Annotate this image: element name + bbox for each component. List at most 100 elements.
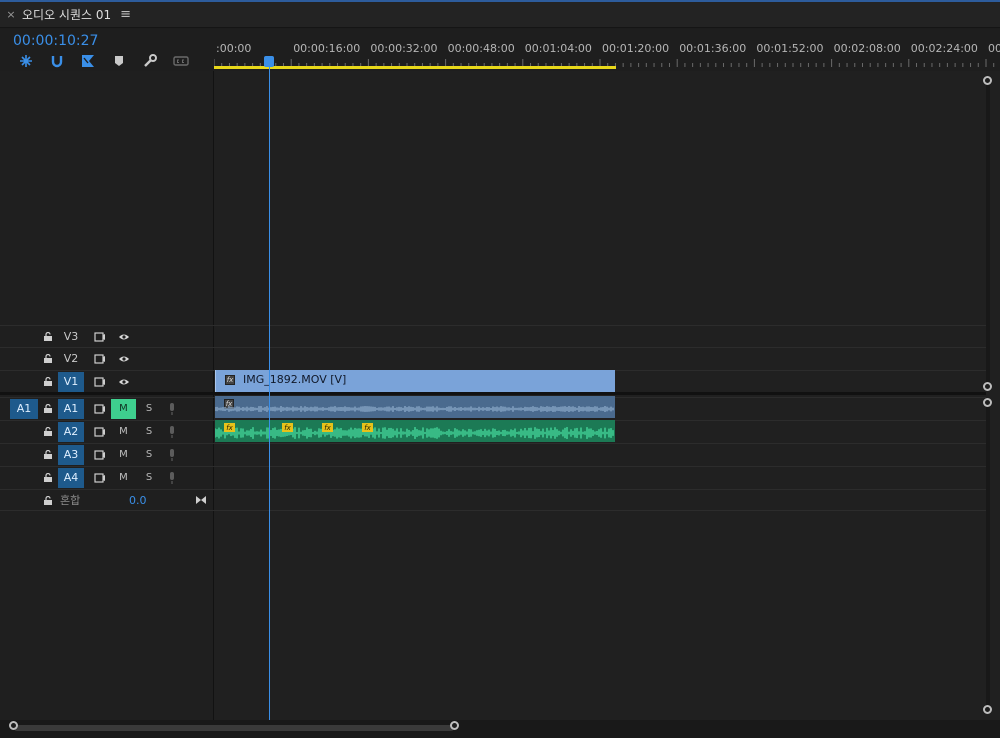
track-header-v3: V3 bbox=[0, 325, 214, 347]
track-header-mix: 혼합 0.0 bbox=[0, 489, 214, 511]
video-audio-divider[interactable] bbox=[0, 392, 986, 395]
ruler-label: 00:02:24:00 bbox=[910, 42, 978, 55]
fx-effect-icon[interactable]: fx bbox=[282, 423, 293, 432]
lock-icon[interactable] bbox=[43, 332, 53, 341]
magnet-icon[interactable] bbox=[41, 53, 72, 69]
mix-track-label: 혼합 bbox=[60, 494, 81, 507]
lock-icon[interactable] bbox=[43, 495, 53, 505]
ruler-label: :00:00 bbox=[216, 42, 252, 55]
eye-icon[interactable] bbox=[117, 352, 131, 366]
track-target-v1[interactable]: V1 bbox=[58, 371, 84, 392]
track-lane-a4[interactable] bbox=[214, 466, 986, 488]
microphone-icon[interactable] bbox=[166, 471, 178, 485]
playhead-line[interactable] bbox=[268, 62, 270, 720]
eye-icon[interactable] bbox=[117, 375, 131, 389]
zoom-scroll-track[interactable] bbox=[14, 725, 454, 731]
track-header-a4: A4 M S bbox=[0, 466, 214, 488]
track-lane-v3[interactable] bbox=[214, 325, 986, 347]
audio-clip-a1[interactable]: fx bbox=[215, 396, 615, 418]
ruler-label: 00:00:16:00 bbox=[293, 42, 361, 55]
mute-button-a3[interactable]: M bbox=[111, 445, 136, 465]
ruler-label: 00:02 bbox=[988, 42, 1000, 55]
track-header-v1: V1 bbox=[0, 370, 214, 392]
track-target-a3[interactable]: A3 bbox=[58, 444, 84, 465]
close-tab-icon[interactable]: × bbox=[0, 8, 22, 21]
ruler-label: 00:00:32:00 bbox=[370, 42, 438, 55]
audio-clip-a2[interactable]: fx fx fx fx bbox=[215, 420, 615, 442]
timeline-tools bbox=[10, 53, 196, 69]
track-headers-panel bbox=[0, 71, 214, 720]
zoom-right-handle[interactable] bbox=[450, 721, 459, 730]
mute-button-a4[interactable]: M bbox=[111, 468, 136, 488]
waveform-a1 bbox=[215, 406, 614, 412]
lock-icon[interactable] bbox=[43, 473, 53, 482]
playhead-timecode[interactable]: 00:00:10:27 bbox=[13, 33, 98, 49]
track-header-v2: V2 bbox=[0, 347, 214, 369]
fx-effect-icon[interactable]: fx bbox=[362, 423, 373, 432]
ripple-snap-icon[interactable] bbox=[10, 53, 41, 69]
solo-button-a2[interactable]: S bbox=[141, 422, 157, 442]
sequence-tab-bar: × 오디오 시퀀스 01 ≡ bbox=[0, 2, 1000, 28]
track-target-a2[interactable]: A2 bbox=[58, 421, 84, 442]
sync-lock-icon[interactable] bbox=[93, 402, 107, 416]
video-scroll-top-handle[interactable] bbox=[983, 76, 992, 85]
lock-icon[interactable] bbox=[43, 404, 53, 413]
microphone-icon[interactable] bbox=[166, 402, 178, 416]
fx-effect-icon[interactable]: fx bbox=[224, 423, 235, 432]
horizontal-zoom-scrollbar[interactable] bbox=[0, 720, 1000, 738]
solo-button-a4[interactable]: S bbox=[141, 468, 157, 488]
video-clip[interactable]: fx IMG_1892.MOV [V] bbox=[215, 370, 615, 392]
source-patch-a1[interactable]: A1 bbox=[10, 398, 38, 419]
ruler-label: 00:01:20:00 bbox=[602, 42, 670, 55]
video-scroll-bottom-handle[interactable] bbox=[983, 382, 992, 391]
lock-icon[interactable] bbox=[43, 427, 53, 436]
fx-badge-icon: fx bbox=[225, 375, 235, 385]
captions-icon[interactable] bbox=[165, 53, 196, 69]
audio-vertical-scrollbar[interactable] bbox=[986, 402, 990, 710]
timeline-header: 00:00:10:27 bbox=[0, 29, 214, 71]
marker-icon[interactable] bbox=[103, 53, 134, 69]
mute-button-a2[interactable]: M bbox=[111, 422, 136, 442]
fx-effect-icon[interactable]: fx bbox=[322, 423, 333, 432]
sync-lock-icon[interactable] bbox=[93, 425, 107, 439]
panel-menu-icon[interactable]: ≡ bbox=[120, 7, 131, 22]
sync-lock-icon[interactable] bbox=[93, 448, 107, 462]
ruler-label: 00:01:52:00 bbox=[756, 42, 824, 55]
linked-selection-icon[interactable] bbox=[72, 53, 103, 69]
track-lane-mix bbox=[214, 489, 986, 511]
work-area-bar[interactable] bbox=[214, 66, 617, 69]
track-target-v3[interactable]: V3 bbox=[58, 327, 84, 347]
ruler-label: 00:00:48:00 bbox=[447, 42, 515, 55]
microphone-icon[interactable] bbox=[166, 425, 178, 439]
track-target-v2[interactable]: V2 bbox=[58, 349, 84, 369]
mute-button-a1[interactable]: M bbox=[111, 398, 136, 419]
track-header-a2: A2 M S bbox=[0, 420, 214, 442]
zoom-left-handle[interactable] bbox=[9, 721, 18, 730]
sync-lock-icon[interactable] bbox=[93, 352, 107, 366]
track-target-a1[interactable]: A1 bbox=[58, 398, 84, 419]
solo-button-a1[interactable]: S bbox=[141, 399, 157, 419]
sync-lock-icon[interactable] bbox=[93, 375, 107, 389]
solo-button-a3[interactable]: S bbox=[141, 445, 157, 465]
sync-lock-icon[interactable] bbox=[93, 330, 107, 344]
eye-icon[interactable] bbox=[117, 330, 131, 344]
ruler-label: 00:01:04:00 bbox=[524, 42, 592, 55]
time-ruler[interactable]: :00:00 00:00:16:00 00:00:32:00 00:00:48:00 0… bbox=[214, 29, 1000, 71]
track-header-a1: A1 A1 M S bbox=[0, 397, 214, 419]
sequence-tab-title[interactable]: 오디오 시퀀스 01 bbox=[22, 6, 111, 23]
track-lane-a3[interactable] bbox=[214, 443, 986, 465]
mix-volume-value[interactable]: 0.0 bbox=[129, 494, 147, 507]
track-header-a3: A3 M S bbox=[0, 443, 214, 465]
lock-icon[interactable] bbox=[43, 377, 53, 386]
microphone-icon[interactable] bbox=[166, 448, 178, 462]
lock-icon[interactable] bbox=[43, 450, 53, 459]
audio-scroll-bottom-handle[interactable] bbox=[983, 705, 992, 714]
track-lane-v2[interactable] bbox=[214, 347, 986, 369]
wrench-icon[interactable] bbox=[134, 53, 165, 69]
mix-panel-toggle-icon[interactable] bbox=[194, 493, 208, 507]
lock-icon[interactable] bbox=[43, 354, 53, 363]
track-target-a4[interactable]: A4 bbox=[58, 467, 84, 488]
audio-scroll-top-handle[interactable] bbox=[983, 398, 992, 407]
sync-lock-icon[interactable] bbox=[93, 471, 107, 485]
video-vertical-scrollbar[interactable] bbox=[986, 80, 990, 386]
